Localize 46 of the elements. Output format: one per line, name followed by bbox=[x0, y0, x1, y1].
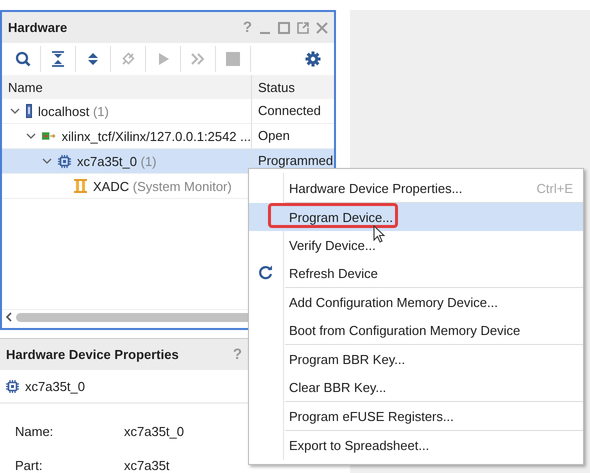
tree-row[interactable]: xc7a35t_0 (1) Programmed bbox=[2, 149, 334, 174]
server-icon bbox=[26, 104, 32, 118]
node-label: localhost (1) bbox=[38, 104, 109, 118]
column-header[interactable]: Name bbox=[8, 80, 43, 94]
menu-item[interactable]: Verify Device... bbox=[249, 231, 583, 259]
device-name: xc7a35t_0 bbox=[25, 378, 85, 394]
chip-icon bbox=[58, 154, 71, 168]
menu-item[interactable]: Refresh Device bbox=[249, 259, 583, 287]
menu-item[interactable]: Program BBR Key... bbox=[249, 345, 583, 373]
menu-item[interactable]: Export to Spreadsheet... bbox=[249, 431, 583, 459]
plug-icon bbox=[120, 51, 136, 67]
column-header[interactable]: Status bbox=[252, 80, 295, 94]
refresh-icon bbox=[258, 265, 273, 280]
chevron-down-icon[interactable] bbox=[26, 133, 36, 139]
scroll-left-icon[interactable] bbox=[6, 312, 12, 322]
menu-item[interactable]: Add Configuration Memory Device... bbox=[249, 288, 583, 316]
menu-item[interactable]: Boot from Configuration Memory Device bbox=[249, 316, 583, 344]
search-icon bbox=[15, 51, 31, 67]
float-icon[interactable] bbox=[297, 22, 309, 34]
panel-title: Hardware Device Properties bbox=[6, 347, 180, 362]
property-value: xc7a35t_0 bbox=[124, 424, 184, 439]
status-text: Connected bbox=[257, 104, 321, 118]
node-label: xilinx_tcf/Xilinx/127.0.0.1:2542 ... bbox=[62, 128, 251, 144]
panel-title: Hardware bbox=[8, 20, 68, 35]
chevron-down-icon[interactable] bbox=[10, 108, 20, 114]
tree-row[interactable]: localhost (1) Connected bbox=[2, 99, 334, 124]
maximize-icon[interactable] bbox=[278, 22, 290, 34]
menu-item[interactable]: Program eFUSE Registers... bbox=[249, 402, 583, 430]
chevron-down-icon[interactable] bbox=[42, 158, 52, 164]
menu-item[interactable]: Clear BBR Key... bbox=[249, 373, 583, 401]
collapse-all-icon bbox=[50, 51, 66, 67]
node-label: XADC (System Monitor) bbox=[93, 178, 232, 194]
close-icon[interactable] bbox=[316, 22, 328, 34]
node-label: xc7a35t_0 (1) bbox=[77, 154, 157, 168]
status-text: Open bbox=[257, 129, 290, 143]
property-value: xc7a35t bbox=[124, 458, 170, 473]
double-chevron-icon bbox=[190, 51, 206, 67]
status-text: Programmed bbox=[257, 154, 334, 168]
property-label: Part: bbox=[15, 458, 42, 473]
menu-item[interactable]: Program Device... bbox=[249, 203, 583, 231]
mouse-pointer-icon bbox=[373, 225, 385, 243]
property-label: Name: bbox=[15, 424, 54, 439]
settings-icon bbox=[304, 51, 320, 67]
stop-icon bbox=[225, 51, 241, 67]
sensor-icon bbox=[74, 179, 87, 193]
chip-icon bbox=[6, 380, 19, 392]
